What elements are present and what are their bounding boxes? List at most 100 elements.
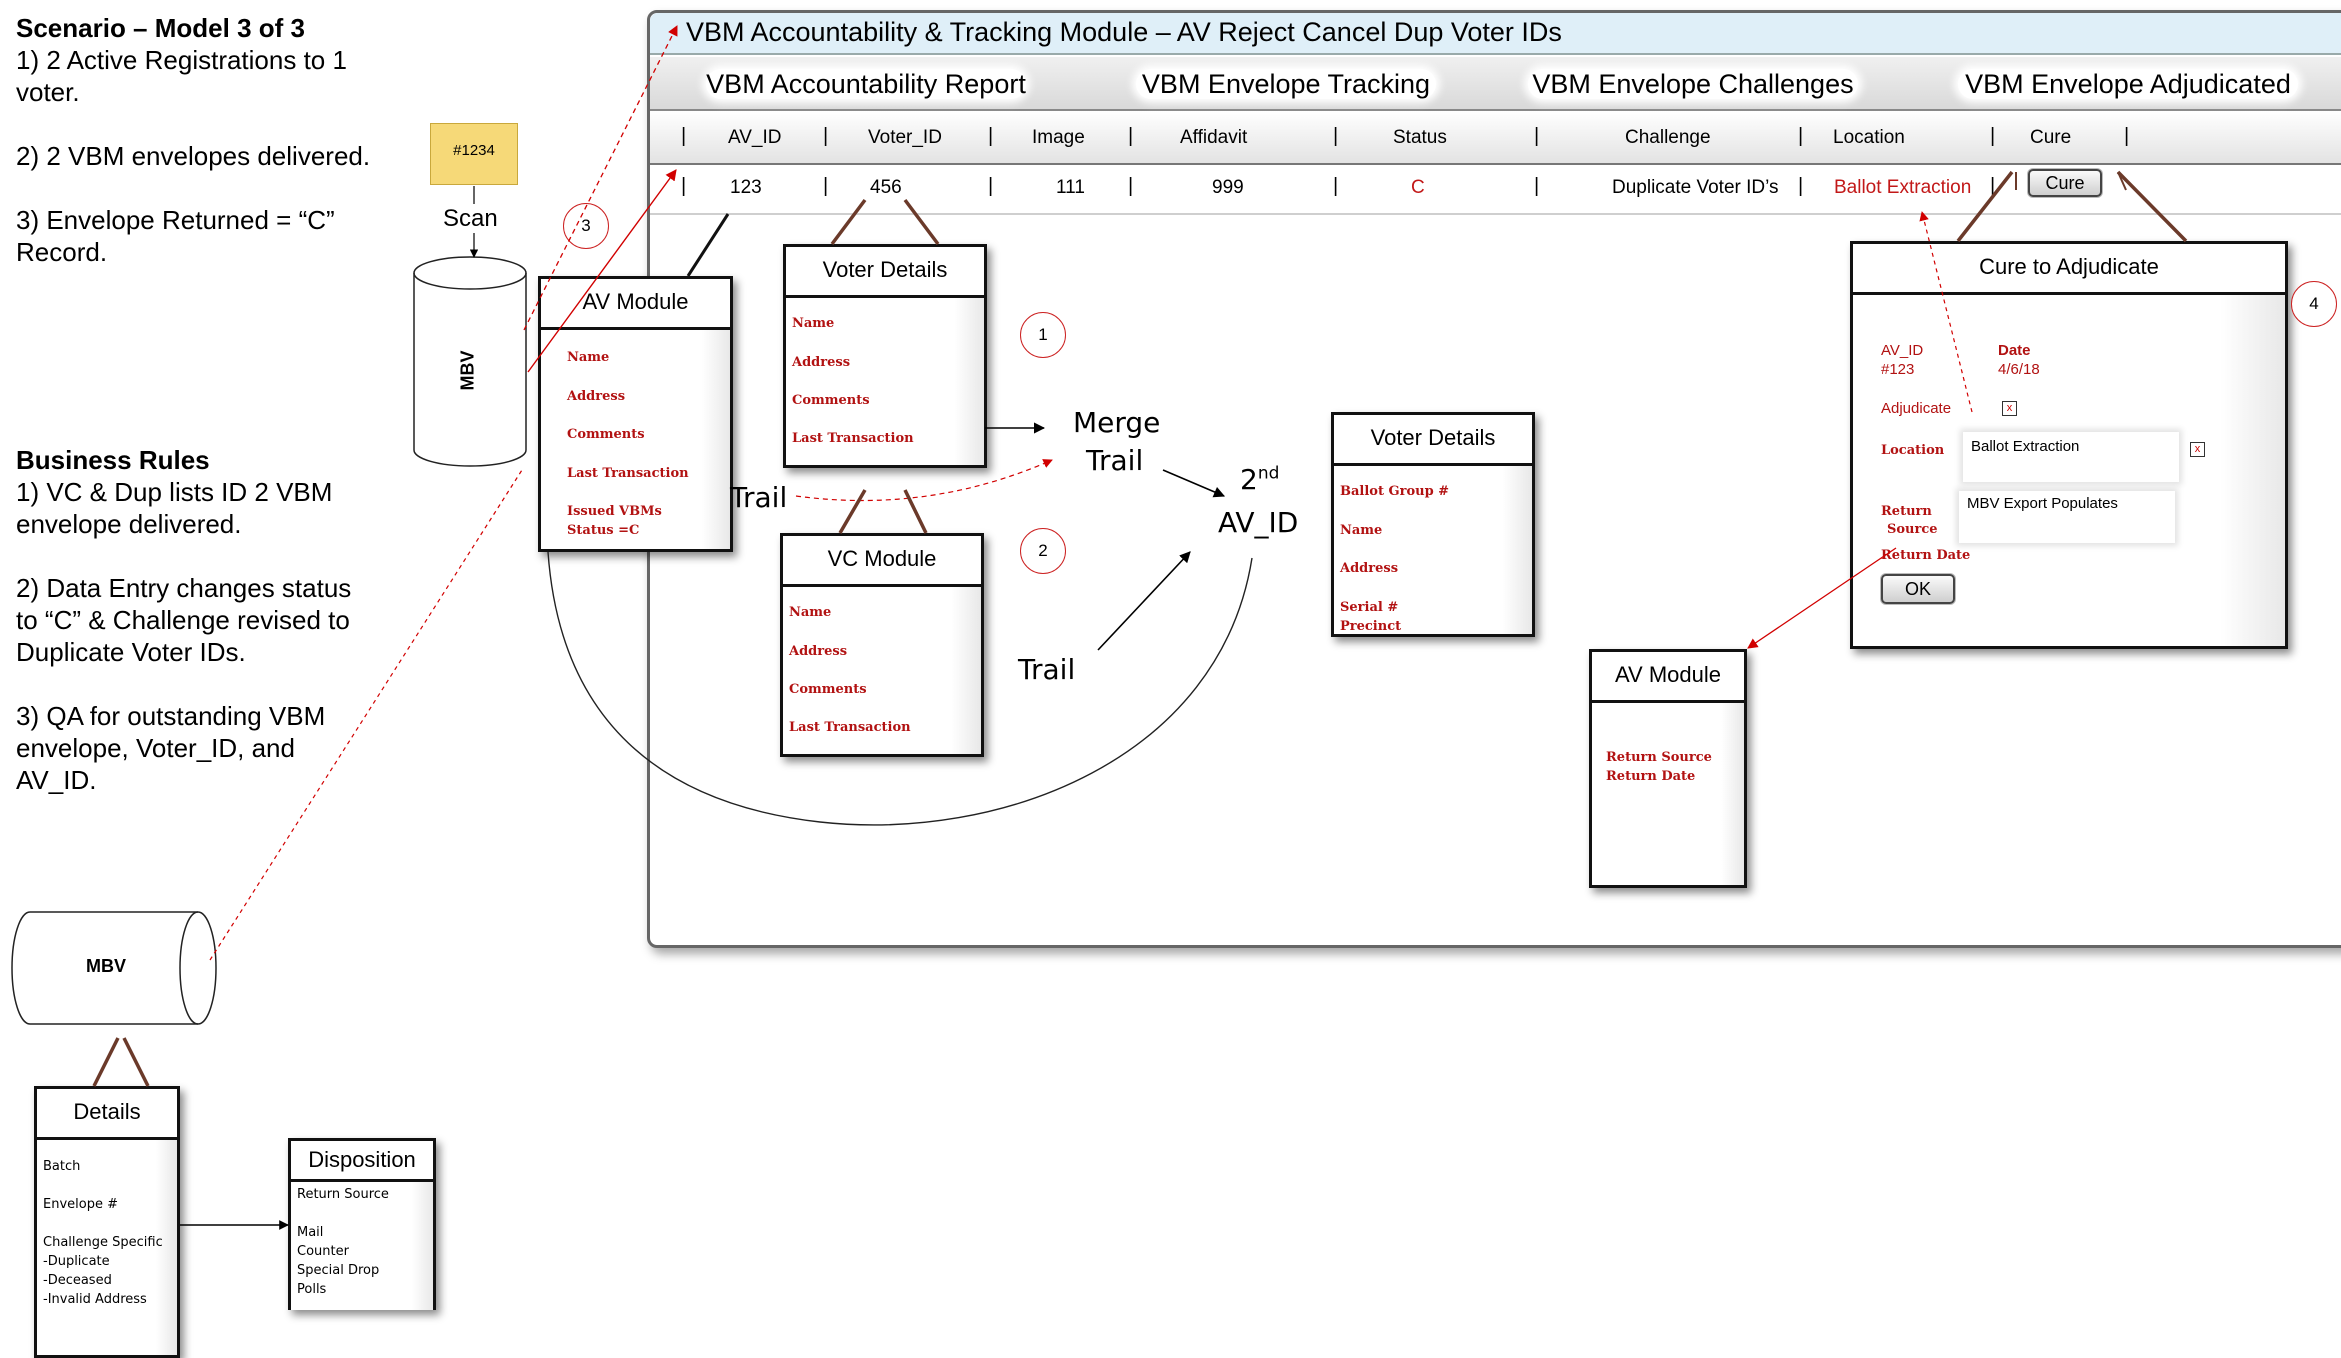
step-2-marker: 2 [1020,528,1066,574]
vd-field-comments: Comments [792,393,870,408]
tab-envelope-adjudicated[interactable]: VBM Envelope Adjudicated [1958,69,2298,99]
tab-envelope-challenges[interactable]: VBM Envelope Challenges [1528,69,1858,99]
location-field[interactable]: Ballot Extraction [1963,432,2179,482]
vc-module-dialog: VC Module Name Address Comments Last Tra… [780,533,984,757]
step-3-marker: 3 [563,203,609,249]
voter-details-2-title: Voter Details [1334,415,1532,466]
vc-field-comments: Comments [789,682,867,697]
vd2-field-ballot-group: Ballot Group # [1340,484,1450,499]
row-status: C [1411,177,1425,198]
merge-label: Merge [1073,406,1161,439]
vc-field-name: Name [789,605,832,620]
details-deceased: -Deceased [43,1273,112,1288]
vd-field-name: Name [792,316,835,331]
vc-module-title: VC Module [783,536,981,587]
col-av-id[interactable]: AV_ID [728,127,782,149]
merge-trail-label: Trail [1086,444,1144,477]
disposition-counter: Counter [297,1244,349,1259]
cure-button[interactable]: Cure [2028,169,2102,197]
business-rules: Business Rules 1) VC & Dup lists ID 2 VB… [16,444,376,796]
envelope-label: #1234 [453,142,495,159]
col-image[interactable]: Image [1032,127,1085,149]
tab-envelope-tracking[interactable]: VBM Envelope Tracking [1136,69,1436,99]
tab-accountability-report[interactable]: VBM Accountability Report [706,69,1026,99]
scenario-title: Scenario – Model 3 of 3 [16,13,305,43]
av-field-comments: Comments [567,427,645,442]
voter-details-dialog: Voter Details Name Address Comments Last… [783,244,987,468]
av-field-address: Address [567,389,626,404]
vd2-field-precinct: Precinct [1340,619,1402,634]
cure-return-date-label: Return Date [1881,548,1971,563]
av-field-status: Status =C [567,523,640,538]
details-dialog: Details Batch Envelope # Challenge Speci… [34,1086,180,1358]
disposition-title: Disposition [291,1141,433,1182]
disposition-mail: Mail [297,1225,324,1240]
details-invalid-address: -Invalid Address [43,1292,147,1307]
return-source-field[interactable]: MBV Export Populates [1959,491,2175,543]
step-4-marker: 4 [2291,281,2337,327]
cure-to-adjudicate-dialog: Cure to Adjudicate AV_ID #123 Date 4/6/1… [1850,241,2288,649]
title-bar: VBM Accountability & Tracking Module – A… [650,13,2341,55]
av-module-title: AV Module [541,279,730,330]
av-field-issued-vbms: Issued VBMs [567,504,662,519]
row-av-id: 123 [730,177,762,198]
trail-label-bottom: Trail [1018,653,1076,686]
details-hanger [92,1037,150,1087]
location-checkbox[interactable]: x [2190,442,2205,457]
rule-2: 2) Data Entry changes status to “C” & Ch… [16,573,352,667]
details-title: Details [37,1089,177,1140]
voter-details-title: Voter Details [786,247,984,298]
av2-field-return-date: Return Date [1606,769,1696,784]
cure-source-label: Source [1887,522,1938,537]
tab-strip: VBM Accountability Report VBM Envelope T… [650,57,2341,111]
av-field-name: Name [567,350,610,365]
col-challenge[interactable]: Challenge [1625,127,1711,149]
rules-title: Business Rules [16,445,210,475]
av-field-last-transaction: Last Transaction [567,466,689,481]
scenario-line-1: 1) 2 Active Registrations to 1 voter. [16,45,347,107]
disposition-dialog: Disposition Return Source Mail Counter S… [288,1138,436,1310]
mbv-bottom-label: MBV [86,956,126,976]
col-voter-id[interactable]: Voter_ID [868,127,942,149]
row-affidavit: 999 [1212,177,1244,198]
scan-label: Scan [443,205,498,232]
table-header: | AV_ID | Voter_ID | Image | Affidavit |… [650,111,2341,165]
row-challenge: Duplicate Voter ID’s [1612,177,1779,198]
rule-1: 1) VC & Dup lists ID 2 VBM envelope deli… [16,477,333,539]
vd2-field-serial: Serial # [1340,600,1399,615]
vd2-field-address: Address [1340,561,1399,576]
cure-av-id-value: #123 [1881,361,1915,378]
details-batch: Batch [43,1159,81,1174]
details-envelope: Envelope # [43,1197,118,1212]
disposition-return-source: Return Source [297,1187,389,1202]
cure-location-label: Location [1881,443,1945,458]
col-location[interactable]: Location [1833,127,1905,149]
col-status[interactable]: Status [1393,127,1447,149]
av-module-dialog: AV Module Name Address Comments Last Tra… [538,276,733,552]
voter-details-dialog-2: Voter Details Ballot Group # Name Addres… [1331,412,1535,637]
scenario-notes: Scenario – Model 3 of 3 1) 2 Active Regi… [16,12,396,268]
trail-label-left: Trail [730,481,788,514]
vd-field-last-transaction: Last Transaction [792,431,914,446]
scenario-line-2: 2) 2 VBM envelopes delivered. [16,141,371,171]
adjudicate-checkbox[interactable]: x [2002,401,2017,416]
av2-field-return-source: Return Source [1606,750,1712,765]
col-cure[interactable]: Cure [2030,127,2071,149]
cure-av-id-label: AV_ID [1881,342,1924,359]
row-voter-id: 456 [870,177,902,198]
cure-date-label: Date [1998,342,2031,359]
envelope-icon: #1234 [430,123,518,185]
disposition-special-drop: Special Drop [297,1263,380,1278]
av-module-dialog-2: AV Module Return Source Return Date [1589,649,1747,888]
col-affidavit[interactable]: Affidavit [1180,127,1247,149]
step-1-marker: 1 [1020,312,1066,358]
row-image: 111 [1056,177,1085,198]
window-title: VBM Accountability & Tracking Module – A… [686,17,1562,47]
ok-button[interactable]: OK [1881,574,1955,604]
cure-adjudicate-label: Adjudicate [1881,400,1952,417]
cure-dialog-title: Cure to Adjudicate [1853,244,2285,295]
vd-field-address: Address [792,355,851,370]
scenario-line-3: 3) Envelope Returned = “C” Record. [16,205,335,267]
row-location: Ballot Extraction [1834,177,1972,198]
row-divider [650,213,2341,215]
